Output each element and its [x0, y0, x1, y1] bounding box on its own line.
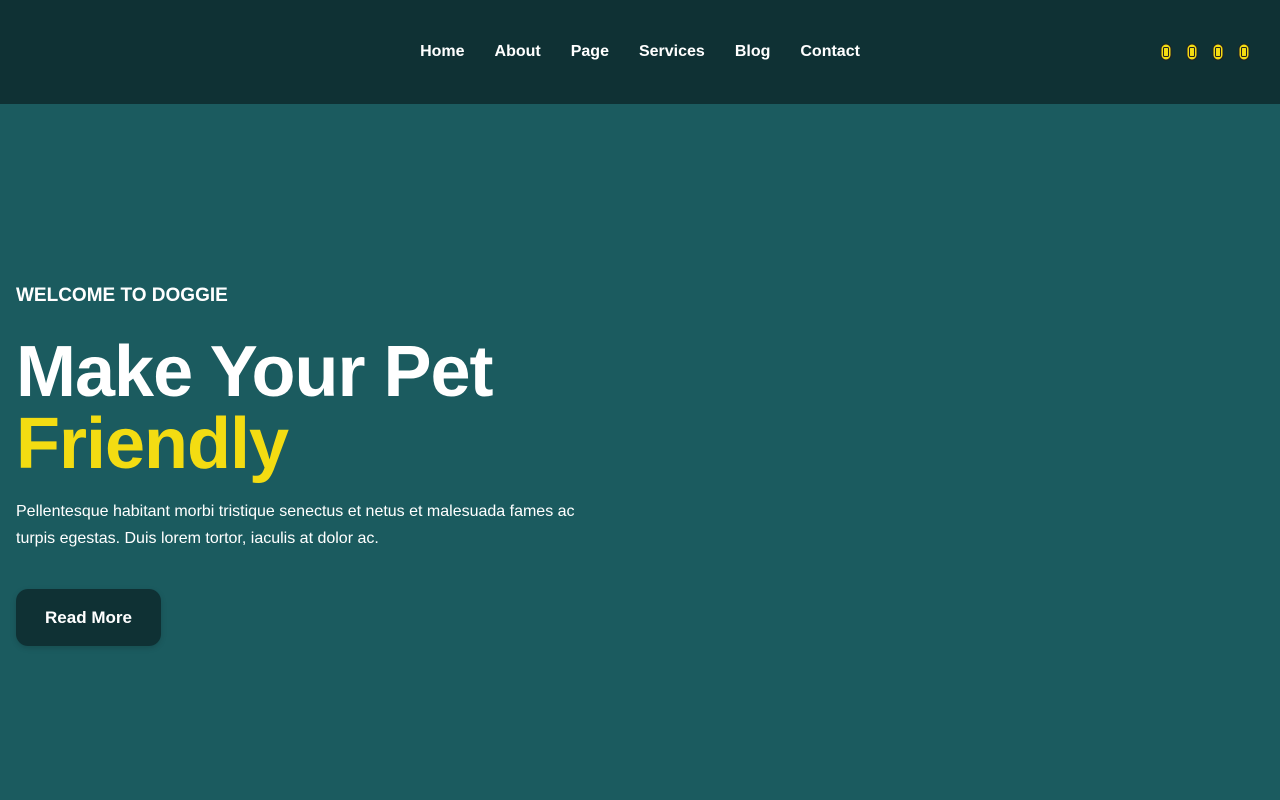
hero-headline: Make Your Pet Friendly	[16, 336, 616, 480]
social-icon-4[interactable]	[1238, 43, 1250, 61]
nav-home[interactable]: Home	[420, 44, 464, 60]
social-icons	[1160, 43, 1250, 61]
social-icon-3[interactable]	[1212, 43, 1224, 61]
read-more-button[interactable]: Read More	[16, 589, 161, 646]
social-icon-1[interactable]	[1160, 43, 1172, 61]
hero-headline-line1: Make Your Pet	[16, 332, 494, 412]
social-icon-2[interactable]	[1186, 43, 1198, 61]
nav-about[interactable]: About	[495, 44, 541, 60]
nav-contact[interactable]: Contact	[800, 44, 860, 60]
nav-services[interactable]: Services	[639, 44, 705, 60]
main-nav: Home About Page Services Blog Contact	[0, 0, 1280, 104]
site-header: Home About Page Services Blog Contact	[0, 0, 1280, 104]
hero-headline-line2: Friendly	[16, 404, 289, 484]
nav-blog[interactable]: Blog	[735, 44, 771, 60]
nav-page[interactable]: Page	[571, 44, 609, 60]
hero-section: WELCOME TO DOGGIE Make Your Pet Friendly…	[16, 284, 616, 646]
hero-eyebrow: WELCOME TO DOGGIE	[16, 285, 228, 306]
hero-description: Pellentesque habitant morbi tristique se…	[16, 503, 575, 547]
